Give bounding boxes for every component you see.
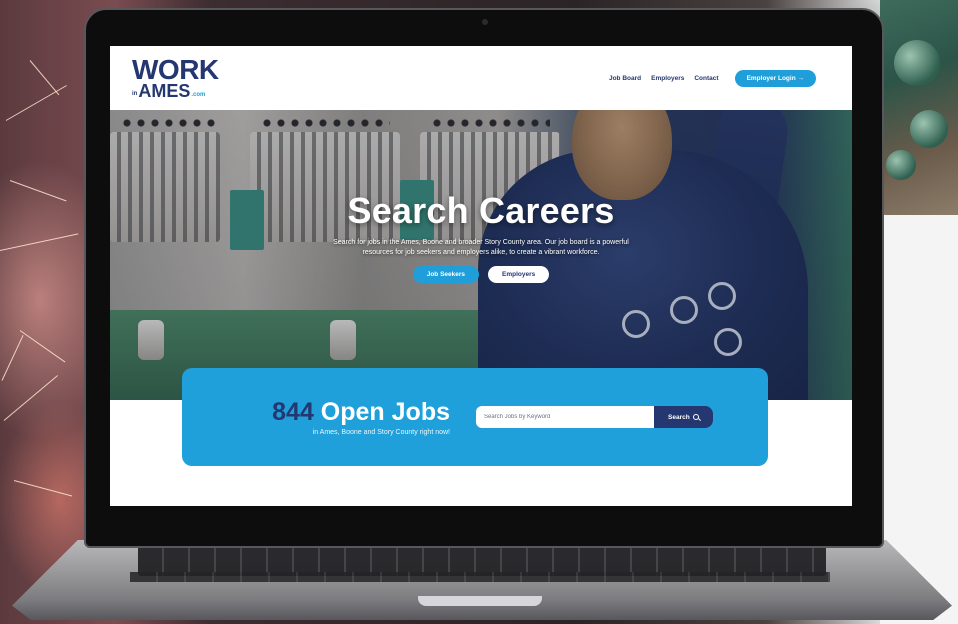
open-jobs-tagline: in Ames, Boone and Story County right no… (312, 429, 450, 436)
employer-login-label: Employer Login (746, 74, 796, 82)
laptop-notch (418, 596, 542, 606)
logo-word-com: .com (191, 92, 206, 98)
logo-word-ames: AMES (138, 81, 191, 101)
website-screen: WORK in AMES .com Job Board Employers Co… (110, 46, 852, 506)
nav-link-job-board[interactable]: Job Board (609, 75, 641, 82)
open-jobs-card: 844 Open Jobs in Ames, Boone and Story C… (182, 368, 768, 466)
logo-word-work: WORK (132, 54, 219, 85)
hero-content: Search Careers Search for jobs in the Am… (110, 190, 852, 284)
open-jobs-heading: 844 Open Jobs (182, 398, 450, 427)
job-search-input[interactable] (476, 406, 654, 428)
job-seekers-button[interactable]: Job Seekers (412, 266, 480, 284)
site-header: WORK in AMES .com Job Board Employers Co… (110, 46, 852, 110)
camera-icon (482, 19, 488, 25)
site-logo[interactable]: WORK in AMES .com (132, 54, 219, 101)
open-jobs-count: 844 (272, 398, 314, 426)
hero-title: Search Careers (347, 190, 615, 231)
employers-button[interactable]: Employers (488, 266, 550, 284)
hero-banner: Search Careers Search for jobs in the Am… (110, 110, 852, 400)
nav-link-contact[interactable]: Contact (694, 75, 718, 82)
shelf-decor (880, 0, 958, 215)
hero-buttons: Job Seekers Employers (110, 266, 852, 284)
search-button-label: Search (668, 413, 690, 421)
job-search-form: Search (476, 406, 713, 428)
logo-word-in: in (132, 91, 138, 97)
search-icon (692, 414, 699, 420)
employer-login-button[interactable]: Employer Login → (734, 69, 816, 87)
search-button[interactable]: Search (654, 406, 713, 428)
hero-subtitle: Search for jobs in the Ames, Boone and b… (333, 239, 629, 257)
keyboard-row (130, 572, 830, 582)
main-nav: Job Board Employers Contact Employer Log… (609, 69, 816, 87)
open-jobs-summary: 844 Open Jobs in Ames, Boone and Story C… (182, 398, 462, 436)
nav-link-employers[interactable]: Employers (651, 75, 684, 82)
open-jobs-label: Open Jobs (313, 398, 450, 426)
arrow-right-icon: → (797, 74, 805, 82)
